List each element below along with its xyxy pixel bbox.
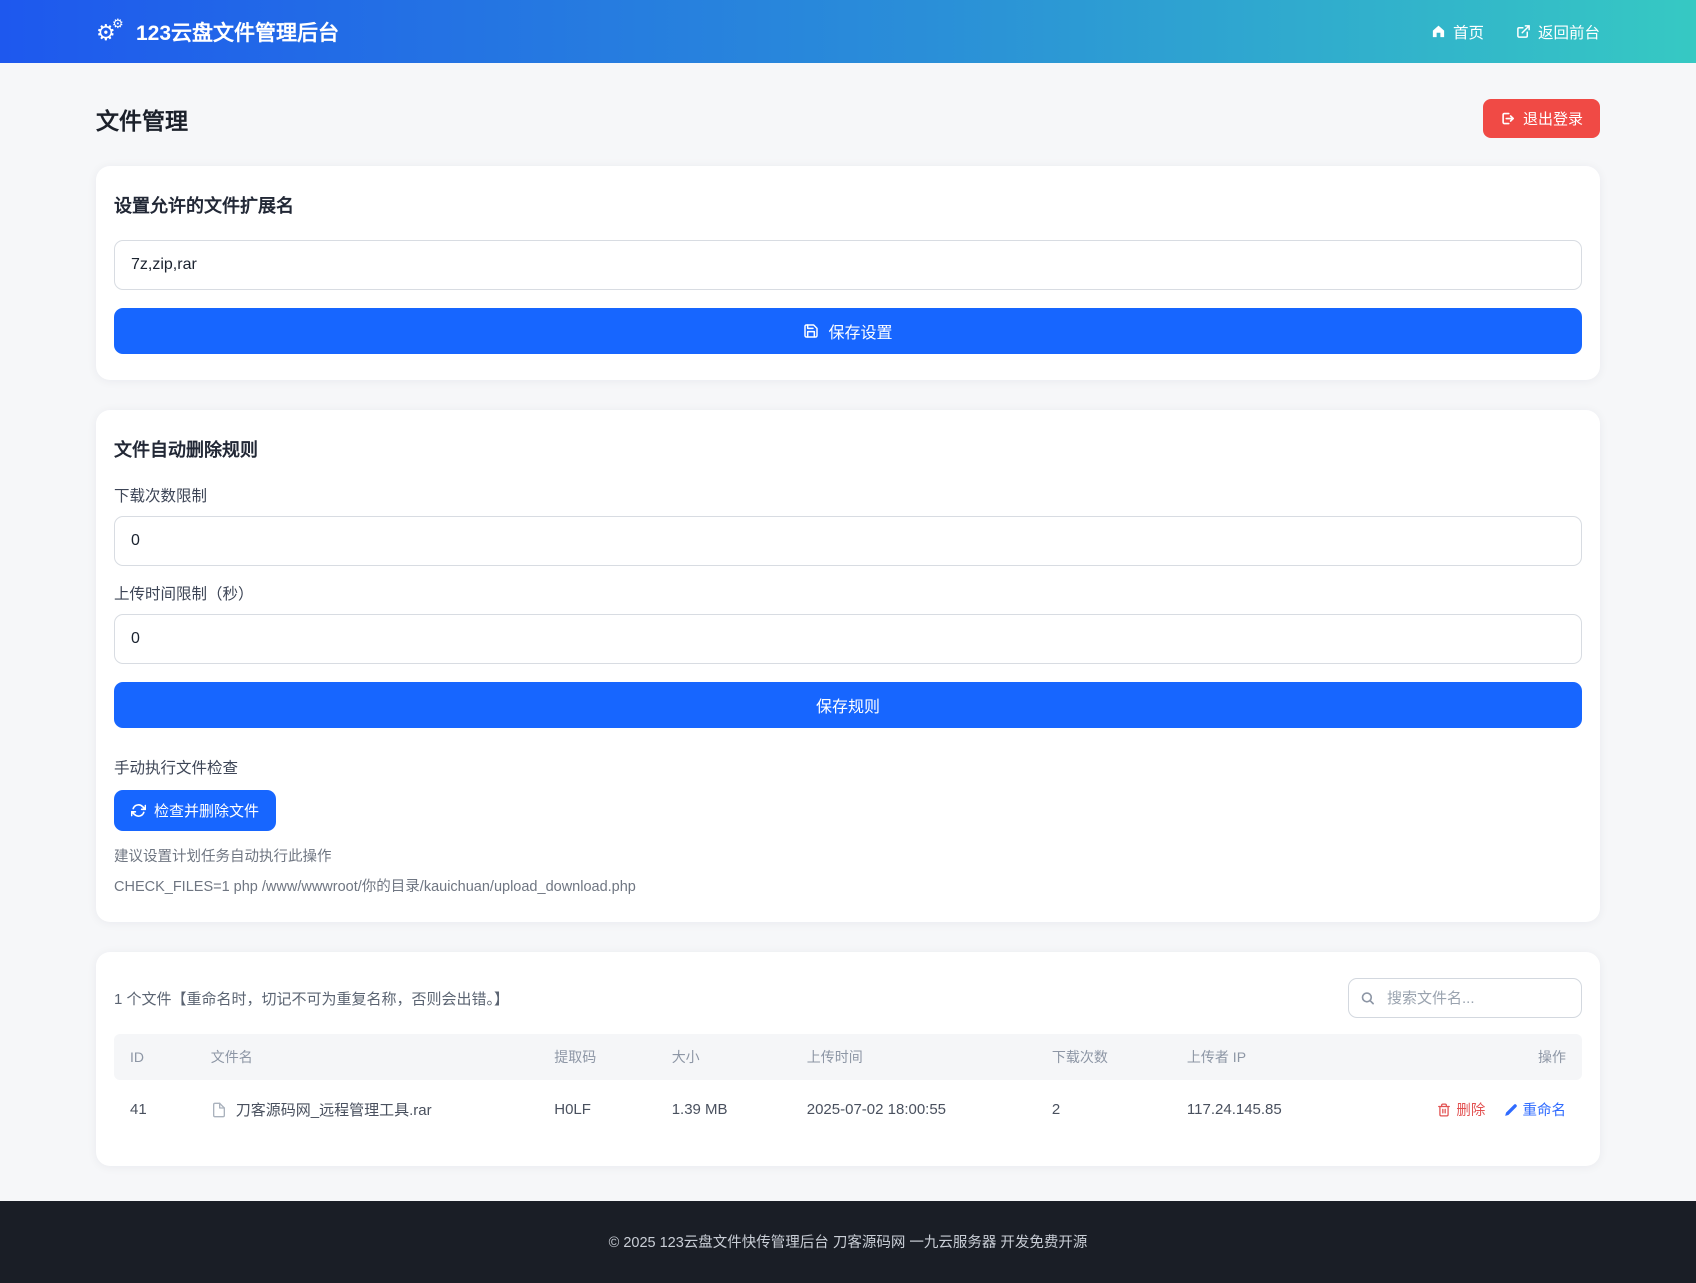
- header-code: 提取码: [538, 1034, 656, 1080]
- header-size: 大小: [655, 1034, 791, 1080]
- search-box: [1348, 978, 1582, 1018]
- rename-link[interactable]: 重命名: [1504, 1099, 1567, 1120]
- sign-out-icon: [1500, 111, 1515, 126]
- cogs-icon: ⚙ ⚙: [96, 15, 124, 45]
- logout-label: 退出登录: [1522, 111, 1583, 128]
- cell-filename: 刀客源码网_远程管理工具.rar: [195, 1080, 539, 1140]
- cell-id: 41: [130, 1101, 147, 1119]
- search-input[interactable]: [1348, 978, 1582, 1018]
- navbar-links: 首页 返回前台: [1431, 21, 1600, 43]
- logout-button[interactable]: 退出登录: [1482, 99, 1600, 138]
- files-summary: 1 个文件【重命名时，切记不可为重复名称，否则会出错。】: [114, 990, 510, 1008]
- download-limit-label: 下载次数限制: [114, 488, 208, 505]
- save-settings-label: 保存设置: [828, 325, 893, 342]
- rename-label: 重命名: [1522, 1103, 1567, 1119]
- upload-time-limit-input[interactable]: [114, 614, 1582, 664]
- download-limit-input[interactable]: [114, 516, 1582, 566]
- extension-card-title: 设置允许的文件扩展名: [114, 196, 294, 216]
- check-delete-files-label: 检查并删除文件: [154, 803, 260, 820]
- trash-icon: [1437, 1103, 1451, 1117]
- rules-card-title: 文件自动删除规则: [114, 440, 258, 460]
- table-row: 41 刀客源码网_远程管理工具.rar H0LF 1.39 MB 2025-07…: [114, 1080, 1582, 1140]
- cell-uploader-ip: 117.24.145.85: [1186, 1101, 1282, 1119]
- nav-home-link[interactable]: 首页: [1431, 21, 1484, 43]
- extension-settings-card: 设置允许的文件扩展名 保存设置: [96, 166, 1600, 380]
- page-footer: © 2025 123云盘文件快传管理后台 刀客源码网 一九云服务器 开发免费开源: [0, 1201, 1696, 1283]
- files-table: ID 文件名 提取码 大小 上传时间 下载次数 上传者 IP 操作 41 刀客源…: [114, 1034, 1582, 1140]
- footer-text: © 2025 123云盘文件快传管理后台 刀客源码网 一九云服务器 开发免费开源: [608, 1235, 1088, 1251]
- header-id: ID: [114, 1034, 195, 1080]
- save-rules-label: 保存规则: [815, 699, 880, 716]
- page-content: 文件管理 退出登录 设置允许的文件扩展名 保存设置 文件自动删除规则 下载次数限…: [96, 63, 1600, 1196]
- header-actions: 操作: [1416, 1034, 1582, 1080]
- cron-command-note: CHECK_FILES=1 php /www/wwwroot/你的目录/kaui…: [114, 879, 636, 895]
- delete-link[interactable]: 删除: [1437, 1099, 1485, 1120]
- files-toolbar: 1 个文件【重命名时，切记不可为重复名称，否则会出错。】: [114, 978, 1582, 1018]
- refresh-icon: [131, 803, 146, 818]
- pencil-icon: [1504, 1103, 1518, 1117]
- auto-delete-rules-card: 文件自动删除规则 下载次数限制 上传时间限制（秒） 保存规则 手动执行文件检查 …: [96, 410, 1600, 922]
- file-icon: [211, 1102, 227, 1118]
- header-filename: 文件名: [194, 1034, 539, 1080]
- header-downloads: 下载次数: [1035, 1034, 1171, 1080]
- brand[interactable]: ⚙ ⚙ 123云盘文件管理后台: [96, 15, 340, 47]
- search-icon: [1360, 991, 1375, 1006]
- page-title: 文件管理: [96, 107, 188, 134]
- header-upload-time: 上传时间: [790, 1034, 1036, 1080]
- manual-check-label: 手动执行文件检查: [114, 760, 239, 777]
- cell-upload-time: 2025-07-02 18:00:55: [806, 1101, 947, 1119]
- nav-home-label: 首页: [1452, 24, 1484, 42]
- nav-front-link[interactable]: 返回前台: [1516, 21, 1600, 43]
- file-name: 刀客源码网_远程管理工具.rar: [235, 1102, 432, 1120]
- cell-downloads: 2: [1051, 1101, 1061, 1119]
- cell-code: H0LF: [554, 1101, 591, 1119]
- home-icon: [1431, 24, 1446, 39]
- check-delete-files-button[interactable]: 检查并删除文件: [114, 790, 277, 831]
- external-link-icon: [1516, 24, 1531, 39]
- extension-input[interactable]: [114, 240, 1582, 290]
- save-icon: [803, 323, 819, 339]
- brand-title: 123云盘文件管理后台: [136, 21, 340, 45]
- top-navbar: ⚙ ⚙ 123云盘文件管理后台 首页 返回前台: [0, 0, 1696, 63]
- delete-label: 删除: [1456, 1103, 1486, 1119]
- cron-suggestion-note: 建议设置计划任务自动执行此操作: [114, 849, 332, 865]
- page-head: 文件管理 退出登录: [96, 99, 1600, 138]
- files-card: 1 个文件【重命名时，切记不可为重复名称，否则会出错。】 ID 文件名 提取码 …: [96, 952, 1600, 1166]
- header-uploader-ip: 上传者 IP: [1170, 1034, 1417, 1080]
- save-settings-button[interactable]: 保存设置: [114, 308, 1582, 354]
- nav-front-label: 返回前台: [1537, 24, 1600, 42]
- cell-actions: 删除 重命名: [1416, 1080, 1582, 1140]
- cell-size: 1.39 MB: [671, 1101, 728, 1119]
- table-header-row: ID 文件名 提取码 大小 上传时间 下载次数 上传者 IP 操作: [114, 1034, 1582, 1080]
- save-rules-button[interactable]: 保存规则: [114, 682, 1582, 728]
- upload-time-limit-label: 上传时间限制（秒）: [114, 586, 254, 603]
